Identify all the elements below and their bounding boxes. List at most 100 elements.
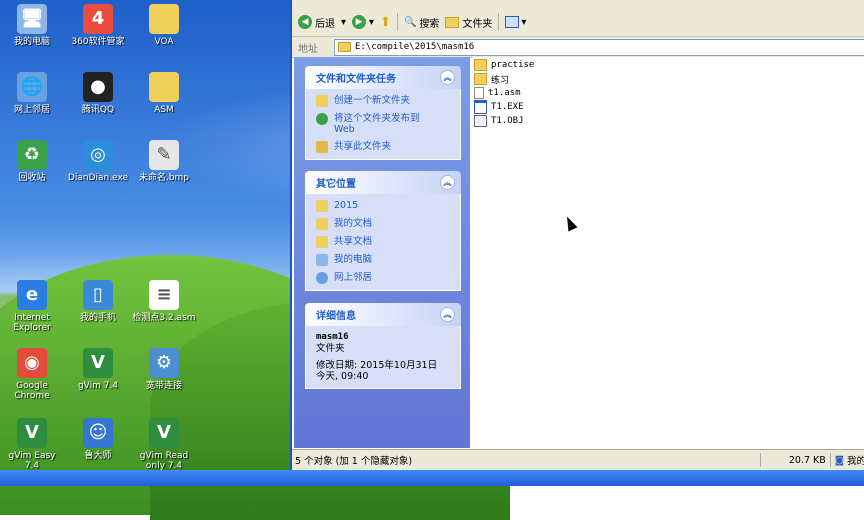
desktop-icon-label: Internet Explorer	[13, 313, 51, 333]
search-label: 搜索	[419, 18, 440, 30]
gvim-readonly-icon: V	[149, 418, 179, 448]
views-icon	[505, 16, 520, 28]
file-name: T1.EXE	[491, 102, 524, 112]
text-file-icon	[474, 87, 484, 99]
detail-time: 今天, 09:40	[316, 371, 369, 382]
chrome-icon: ◉	[17, 348, 47, 378]
desktop-icon-label: DianDian.exe	[67, 173, 129, 183]
back-button[interactable]: ◀ 后退 ▾	[298, 15, 346, 30]
address-label: 地址	[298, 43, 318, 55]
my-computer-icon	[316, 254, 328, 266]
desktop-icon-label: 网上邻居	[13, 105, 50, 115]
network-places-icon	[316, 272, 328, 284]
task-label: 共享此文件夹	[334, 141, 392, 152]
desktop-icon[interactable]: ♻ 回收站	[0, 140, 64, 183]
file-name: t1.asm	[488, 88, 521, 98]
desktop-icon-label: 宽带连接	[145, 381, 182, 391]
folder-icon	[149, 4, 179, 34]
status-location: 我的	[847, 456, 864, 467]
panel-title: 其它位置	[316, 179, 356, 190]
gvim-icon: V	[83, 348, 113, 378]
desktop-icon[interactable]: VgVim 7.4	[66, 348, 130, 391]
desktop-icon[interactable]: 4 360软件管家	[66, 4, 130, 47]
panel-header[interactable]: 文件和文件夹任务 ︽	[305, 66, 461, 89]
share-folder-icon	[316, 141, 328, 153]
task-new-folder[interactable]: 创建一个新文件夹	[316, 95, 450, 107]
desktop-icon-label: 鲁大师	[84, 451, 112, 461]
desktop-icon[interactable]: ✎ 未命名.bmp	[132, 140, 196, 183]
broadband-icon: ⚙	[149, 348, 179, 378]
forward-button[interactable]: ▶ ▾	[352, 15, 374, 29]
desktop-icon[interactable]: ≡ 检测点3.2.asm	[132, 280, 196, 323]
address-field[interactable]: E:\compile\2015\masm16	[334, 38, 864, 56]
address-path: E:\compile\2015\masm16	[355, 42, 475, 52]
folder-icon	[149, 72, 179, 102]
folders-label: 文件夹	[462, 18, 493, 30]
folder-icon	[316, 218, 328, 230]
task-share-folder[interactable]: 共享此文件夹	[316, 141, 450, 153]
address-bar: 地址 E:\compile\2015\masm16	[292, 37, 864, 58]
folders-button[interactable]: 文件夹	[445, 15, 492, 30]
menu-bar[interactable]	[292, 0, 864, 8]
phone-icon: ▯	[83, 280, 113, 310]
desktop-icon[interactable]: ◉ Google Chrome	[0, 348, 64, 401]
desktop-icon[interactable]: e Internet Explorer	[0, 280, 64, 333]
up-folder-button[interactable]: ⬆	[380, 15, 391, 30]
taskbar[interactable]	[0, 470, 864, 486]
toolbar-separator	[396, 13, 398, 31]
desktop-icon-label: 我的电脑	[13, 37, 50, 47]
collapse-chevron-icon[interactable]: ︽	[440, 175, 455, 190]
desktop-icon[interactable]: ASM	[132, 72, 196, 115]
exe-file-icon	[474, 100, 487, 114]
desktop-icon[interactable]: ☺ 鲁大师	[66, 418, 130, 461]
detail-modified: 修改日期: 2015年10月31日	[316, 360, 438, 371]
place-my-documents[interactable]: 我的文档	[316, 218, 450, 230]
task-label: 将这个文件夹发布到 Web	[334, 113, 420, 135]
explorer-window: ◀ 后退 ▾ ▶ ▾ ⬆ 🔍 搜索 文件夹 ▾ 地址 E:\compile\20…	[290, 0, 864, 470]
desktop-icon-label: gVim Easy 7.4	[8, 451, 56, 471]
search-button[interactable]: 🔍 搜索	[404, 15, 439, 30]
place-shared-documents[interactable]: 共享文档	[316, 236, 450, 248]
place-my-computer[interactable]: 我的电脑	[316, 254, 450, 266]
place-network[interactable]: 网上邻居	[316, 272, 450, 284]
desktop-icon[interactable]: ▯ 我的手机	[66, 280, 130, 323]
360-software-manager-icon: 4	[83, 4, 113, 34]
desktop-icon[interactable]: 🖥 我的电脑	[0, 4, 64, 47]
desktop-icon[interactable]: ◎ DianDian.exe	[66, 140, 130, 183]
views-button[interactable]: ▾	[505, 16, 526, 28]
panel-header[interactable]: 详细信息 ︽	[305, 303, 461, 326]
desktop-icon-label: gVim Read only 7.4	[139, 451, 189, 471]
dropdown-arrow-icon: ▾	[521, 16, 527, 28]
desktop-icon[interactable]: VgVim Read only 7.4	[132, 418, 196, 471]
status-objects: 5 个对象 (加 1 个隐藏对象)	[295, 456, 413, 467]
task-publish-web[interactable]: 将这个文件夹发布到 Web	[316, 113, 450, 135]
panel-body: 2015 我的文档 共享文档 我的电脑 网上邻居	[305, 194, 461, 291]
desktop-icon[interactable]: ● 腾讯QQ	[66, 72, 130, 115]
paint-icon: ✎	[149, 140, 179, 170]
new-folder-icon	[316, 95, 328, 107]
panel-header[interactable]: 其它位置 ︽	[305, 171, 461, 194]
collapse-chevron-icon[interactable]: ︽	[440, 70, 455, 85]
place-label: 共享文档	[334, 236, 373, 247]
file-item[interactable]: T1.OBJ	[474, 114, 864, 128]
diandian-icon: ◎	[83, 140, 113, 170]
dropdown-arrow-icon[interactable]: ▾	[341, 17, 346, 28]
folder-icon	[474, 59, 487, 71]
desktop-icon-label: Google Chrome	[14, 381, 50, 401]
folder-icon	[316, 200, 328, 212]
dropdown-arrow-icon[interactable]: ▾	[369, 17, 374, 28]
up-folder-icon: ⬆	[380, 14, 391, 30]
place-label: 2015	[334, 200, 359, 211]
desktop-icon[interactable]: VOA	[132, 4, 196, 47]
file-item[interactable]: 练习	[474, 72, 864, 86]
file-item[interactable]: practise	[474, 58, 864, 72]
place-2015[interactable]: 2015	[316, 200, 450, 212]
desktop-icon[interactable]: VgVim Easy 7.4	[0, 418, 64, 471]
file-item[interactable]: T1.EXE	[474, 100, 864, 114]
desktop-icon[interactable]: ⚙ 宽带连接	[132, 348, 196, 391]
collapse-chevron-icon[interactable]: ︽	[440, 307, 455, 322]
desktop-icon[interactable]: 🌐 网上邻居	[0, 72, 64, 115]
folder-icon	[316, 236, 328, 248]
file-item[interactable]: t1.asm	[474, 86, 864, 100]
folder-icon	[474, 73, 487, 85]
